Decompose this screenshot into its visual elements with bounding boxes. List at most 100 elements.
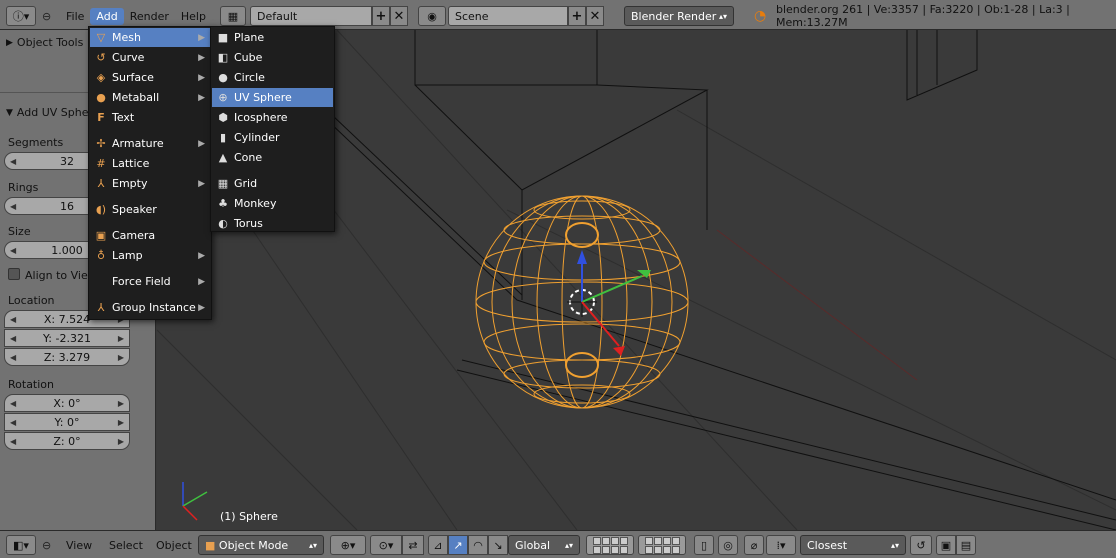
menu-item-icosphere[interactable]: ⬢ Icosphere xyxy=(212,108,333,127)
render-animation-icon[interactable]: ▤ xyxy=(956,535,976,555)
increment-icon[interactable]: ▶ xyxy=(118,437,124,446)
menu-item-cube[interactable]: ◧ Cube xyxy=(212,48,333,67)
menu-item-group-instance[interactable]: ⅄ Group Instance ▶ xyxy=(90,298,210,317)
menu-item-speaker[interactable]: ◖) Speaker xyxy=(90,200,210,219)
surface-icon: ◈ xyxy=(96,71,106,84)
pivot-point-icon[interactable]: ⊙▾ xyxy=(370,535,402,555)
decrement-icon[interactable]: ◀ xyxy=(10,315,16,324)
align-to-view-checkbox[interactable] xyxy=(8,268,20,280)
menu-item-curve[interactable]: ↺ Curve ▶ xyxy=(90,48,210,67)
menu-item-label: Empty xyxy=(112,177,148,190)
menu-item-lamp[interactable]: ♁ Lamp ▶ xyxy=(90,246,210,265)
expand-arrow-icon: ▼ xyxy=(6,107,13,118)
rotate-manipulator-icon[interactable]: ↗ xyxy=(448,535,468,555)
layers-grid-right[interactable] xyxy=(638,535,686,555)
decrement-icon[interactable]: ◀ xyxy=(10,399,16,408)
editor-type-button[interactable]: ⓘ▾ xyxy=(6,6,36,26)
collapse-icon[interactable]: ⊖ xyxy=(42,535,51,555)
rings-value: 16 xyxy=(60,199,74,213)
increment-icon[interactable]: ▶ xyxy=(118,353,124,362)
menu-item-label: Group Instance xyxy=(112,301,196,314)
location-z-field[interactable]: ◀ Z: 3.279 ▶ xyxy=(4,348,130,366)
manipulator-toggle-icon[interactable]: ⇄ xyxy=(402,535,424,555)
menu-help[interactable]: Help xyxy=(175,8,212,25)
translate-manipulator-icon[interactable]: ⊿ xyxy=(428,535,448,555)
menu-item-label: Mesh xyxy=(112,31,141,44)
snap-align-rotation-icon[interactable]: ↺ xyxy=(910,535,932,555)
screen-layout-icon[interactable]: ▦ xyxy=(220,6,246,26)
menu-item-empty[interactable]: ⅄ Empty ▶ xyxy=(90,174,210,193)
menu-item-circle[interactable]: ● Circle xyxy=(212,68,333,87)
menu-item-mesh[interactable]: ▽ Mesh ▶ xyxy=(90,28,210,47)
collapse-icon[interactable]: ⊖ xyxy=(42,6,51,26)
dropdown-arrows-icon: ▴▾ xyxy=(718,11,727,21)
menu-item-camera[interactable]: ▣ Camera xyxy=(90,226,210,245)
delete-scene-icon[interactable]: ✕ xyxy=(586,6,604,26)
increment-icon[interactable]: ▶ xyxy=(118,334,124,343)
menu-select[interactable]: Select xyxy=(109,535,143,555)
info-icon[interactable]: ⓘ▾ xyxy=(6,6,36,26)
increment-icon[interactable]: ▶ xyxy=(118,418,124,427)
snap-target-dropdown[interactable]: Closest ▴▾ xyxy=(800,535,906,555)
lock-camera-icon[interactable]: ▯ xyxy=(694,535,714,555)
rotation-z-field[interactable]: ◀ Z: 0° ▶ xyxy=(4,432,130,450)
delete-screen-icon[interactable]: ✕ xyxy=(390,6,408,26)
decrement-icon[interactable]: ◀ xyxy=(10,202,16,211)
submenu-arrow-icon: ▶ xyxy=(198,92,205,103)
mode-dropdown[interactable]: ■ Object Mode ▴▾ xyxy=(198,535,324,555)
render-engine-dropdown[interactable]: Blender Render ▴▾ xyxy=(624,6,734,26)
add-screen-icon[interactable]: + xyxy=(372,6,390,26)
menu-item-metaball[interactable]: ● Metaball ▶ xyxy=(90,88,210,107)
menu-view[interactable]: View xyxy=(66,535,92,555)
menu-add[interactable]: Add xyxy=(90,7,124,25)
decrement-icon[interactable]: ◀ xyxy=(10,157,16,166)
active-object-label: (1) Sphere xyxy=(220,510,278,523)
decrement-icon[interactable]: ◀ xyxy=(10,437,16,446)
menu-item-lattice[interactable]: # Lattice xyxy=(90,154,210,173)
transform-orientation-dropdown[interactable]: Global ▴▾ xyxy=(508,535,580,555)
lamp-icon: ♁ xyxy=(96,249,106,262)
rotation-label: Rotation xyxy=(8,378,55,391)
increment-icon[interactable]: ▶ xyxy=(118,399,124,408)
scale-manipulator-icon[interactable]: ◠ xyxy=(468,535,488,555)
scene-icon[interactable]: ◉ xyxy=(418,6,446,26)
menu-item-uv-sphere[interactable]: ⊕ UV Sphere xyxy=(212,88,333,107)
screen-layout-field[interactable]: Default xyxy=(250,6,372,26)
snap-toggle-icon[interactable]: ⌀ xyxy=(744,535,764,555)
menu-file[interactable]: File xyxy=(60,8,90,25)
decrement-icon[interactable]: ◀ xyxy=(10,418,16,427)
menu-item-force-field[interactable]: Force Field ▶ xyxy=(90,272,210,291)
decrement-icon[interactable]: ◀ xyxy=(10,334,16,343)
menu-item-plane[interactable]: ■ Plane xyxy=(212,28,333,47)
decrement-icon[interactable]: ◀ xyxy=(10,353,16,362)
viewport-shading-icon[interactable]: ⊕▾ xyxy=(330,535,366,555)
manipulator-arc-icon[interactable]: ↘ xyxy=(488,535,508,555)
rotation-y-field[interactable]: ◀ Y: 0° ▶ xyxy=(4,413,130,431)
layers-grid-left[interactable] xyxy=(586,535,634,555)
rotation-x-field[interactable]: ◀ X: 0° ▶ xyxy=(4,394,130,412)
menu-item-armature[interactable]: ✢ Armature ▶ xyxy=(90,134,210,153)
proportional-edit-icon[interactable]: ◎ xyxy=(718,535,738,555)
decrement-icon[interactable]: ◀ xyxy=(10,246,16,255)
submenu-arrow-icon: ▶ xyxy=(198,52,205,63)
menu-item-monkey[interactable]: ♣ Monkey xyxy=(212,194,333,213)
menu-item-text[interactable]: F Text xyxy=(90,108,210,127)
menu-item-cylinder[interactable]: ▮ Cylinder xyxy=(212,128,333,147)
menu-object[interactable]: Object xyxy=(156,535,192,555)
menu-item-grid[interactable]: ▦ Grid xyxy=(212,174,333,193)
snap-element-icon[interactable]: ⁞▾ xyxy=(766,535,796,555)
grid-icon: ▦ xyxy=(217,177,229,190)
submenu-arrow-icon: ▶ xyxy=(198,178,205,189)
menu-item-label: Text xyxy=(112,111,135,124)
add-scene-icon[interactable]: + xyxy=(568,6,586,26)
location-y-field[interactable]: ◀ Y: -2.321 ▶ xyxy=(4,329,130,347)
menu-render[interactable]: Render xyxy=(124,8,175,25)
scene-field[interactable]: Scene xyxy=(448,6,568,26)
operator-panel-header[interactable]: ▼ Add UV Sphere xyxy=(6,106,100,119)
render-opengl-icon[interactable]: ▣ xyxy=(936,535,956,555)
editor-type-cube-icon[interactable]: ◧▾ xyxy=(6,535,36,555)
menu-item-torus[interactable]: ◐ Torus xyxy=(212,214,333,233)
object-tools-header[interactable]: ▶ Object Tools xyxy=(6,36,83,49)
menu-item-surface[interactable]: ◈ Surface ▶ xyxy=(90,68,210,87)
menu-item-cone[interactable]: ▲ Cone xyxy=(212,148,333,167)
